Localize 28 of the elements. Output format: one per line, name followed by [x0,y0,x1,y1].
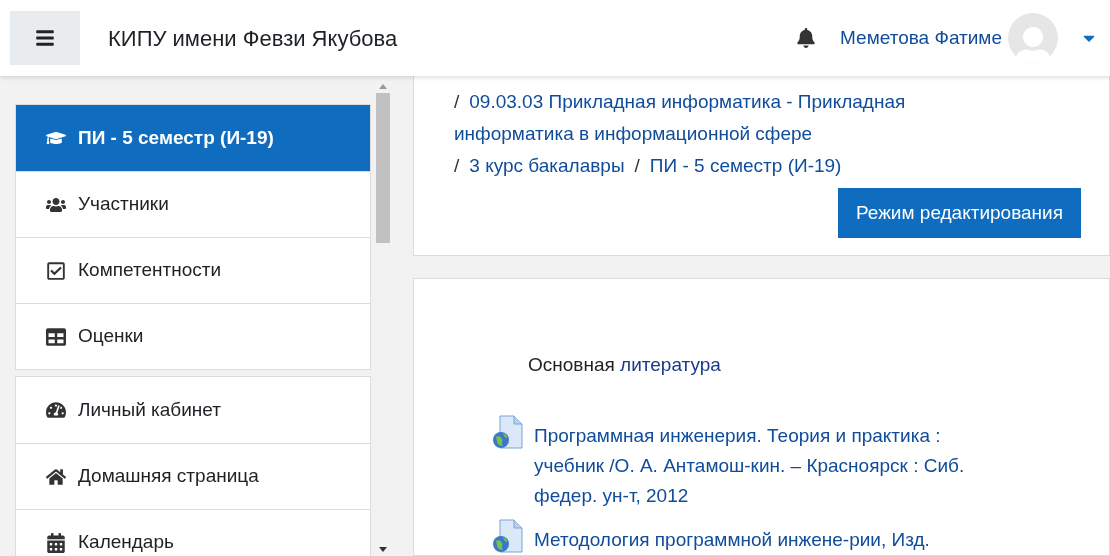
breadcrumb-separator: / [634,155,640,176]
web-file-icon [492,519,524,553]
section-link[interactable]: литература [620,353,721,375]
nav-item[interactable]: Календарь [16,509,370,556]
table-icon [46,326,66,347]
gauge-icon [46,400,66,420]
resource-link[interactable]: Методология программной инжене-рии, Изд. [534,519,930,555]
nav-item[interactable]: ПИ - 5 семестр (И-19) [16,105,370,171]
breadcrumb-separator: / [454,91,460,112]
home-icon [46,466,66,487]
scrollbar-thumb[interactable] [376,93,390,243]
checkbox-icon [46,260,66,281]
site-name[interactable]: КИПУ имени Февзи Якубова [108,21,398,55]
web-file-icon [492,415,524,449]
breadcrumb-link[interactable]: 3 курс бакалавры [469,155,625,176]
breadcrumb-link[interactable]: информатика в информационной сфере [454,123,813,144]
breadcrumb-separator: / [454,155,460,176]
menu-icon [35,28,55,48]
breadcrumb-link[interactable]: 09.03.03 Прикладная информатика - Прикладная [469,91,906,112]
notification-bell-icon[interactable] [796,28,817,48]
calendar-icon [46,532,66,553]
edit-mode-button[interactable]: Режим редактирования [837,188,1081,238]
breadcrumb-link[interactable]: ПИ - 5 семестр (И-19) [649,155,842,176]
scroll-down-arrow-icon[interactable] [379,547,387,552]
resource-link[interactable]: Программная инженерия. Теория и практика : учебник /О. А. Антамош-кин. – Красноярск : Сиб. федер. ун-т, 2012 [534,415,965,511]
section-label: Основная [528,353,615,375]
user-name[interactable]: Меметова Фатиме [840,23,1002,53]
menu-button[interactable] [10,11,80,65]
